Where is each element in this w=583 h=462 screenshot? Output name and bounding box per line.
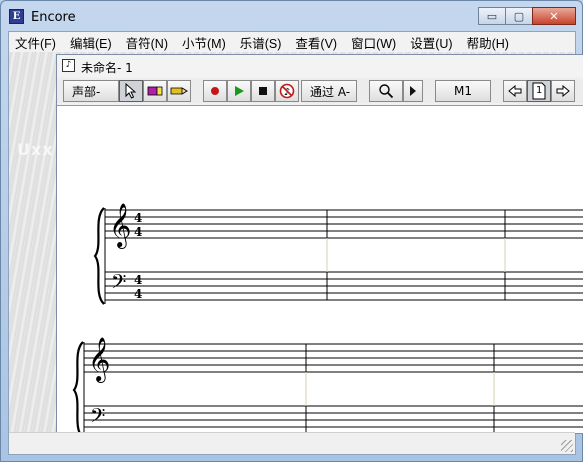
treble-staff-2 — [84, 343, 583, 373]
mute-button[interactable]: ♪ — [275, 80, 299, 102]
client-area: 文件(F) 编辑(E) 音符(N) 小节(M) 乐谱(S) 查看(V) 窗口(W… — [8, 31, 583, 455]
system-1-brace — [93, 207, 105, 305]
close-button[interactable]: ✕ — [532, 7, 576, 25]
menu-window[interactable]: 窗口(W) — [351, 33, 396, 52]
app-window: E Encore ▭ ▢ ✕ 文件(F) 编辑(E) 音符(N) 小节(M) 乐… — [0, 0, 583, 462]
maximize-button[interactable]: ▢ — [505, 7, 533, 25]
zoom-button[interactable] — [369, 80, 403, 102]
triangle-right-icon — [410, 86, 416, 96]
score-notation: 𝄞 𝄢 4 4 4 4 𝄞 𝄢 — [72, 203, 583, 433]
score-toolbar: 声部- ♪ 通过 A- M1 1 — [57, 79, 583, 103]
window-title: Encore — [31, 10, 76, 25]
page-number: 1 — [536, 85, 543, 96]
menu-setup[interactable]: 设置(U) — [410, 33, 452, 52]
record-button[interactable] — [203, 80, 227, 102]
minimize-button[interactable]: ▭ — [478, 7, 506, 25]
time-signature-bass-num: 4 — [134, 273, 142, 287]
magnifier-icon — [379, 84, 394, 99]
eraser-icon — [147, 86, 163, 96]
stop-icon — [259, 87, 267, 95]
pass-label: 通过 A- — [310, 84, 351, 99]
play-button[interactable] — [227, 80, 251, 102]
pencil-tool-button[interactable] — [167, 80, 191, 102]
watermark: Uxx — [17, 140, 54, 159]
pass-dropdown[interactable]: 通过 A- — [301, 80, 357, 102]
treble-clef-2: 𝄞 — [88, 337, 110, 383]
menu-notes[interactable]: 音符(N) — [126, 33, 168, 52]
menu-help[interactable]: 帮助(H) — [467, 33, 509, 52]
pencil-icon — [170, 87, 188, 95]
arrow-left-icon — [508, 85, 522, 97]
pointer-arrow-icon — [125, 83, 137, 99]
menu-bar: 文件(F) 编辑(E) 音符(N) 小节(M) 乐谱(S) 查看(V) 窗口(W… — [9, 32, 575, 52]
mute-icon: ♪ — [279, 83, 295, 99]
eraser-tool-button[interactable] — [143, 80, 167, 102]
time-signature-treble-num: 4 — [134, 211, 142, 225]
zoom-menu-button[interactable] — [403, 80, 423, 102]
voice-dropdown[interactable]: 声部- — [63, 80, 119, 102]
caption-buttons: ▭ ▢ ✕ — [478, 7, 576, 25]
pointer-tool-button[interactable] — [119, 80, 143, 102]
bass-clef-1: 𝄢 — [111, 270, 126, 298]
title-bar[interactable]: E Encore ▭ ▢ ✕ — [1, 1, 582, 31]
treble-clef-1: 𝄞 — [109, 203, 131, 249]
bass-staff-2 — [84, 405, 583, 428]
score-canvas[interactable]: 𝄞 𝄢 4 4 4 4 𝄞 𝄢 — [57, 105, 583, 433]
time-signature-bass-den: 4 — [134, 287, 142, 301]
stop-button[interactable] — [251, 80, 275, 102]
menu-measures[interactable]: 小节(M) — [182, 33, 226, 52]
system-2-brace — [72, 341, 84, 433]
mdi-workspace: Uxx ♪ 未命名- 1 声部- ♪ 通过 A- M1 1 𝄞 𝄢 4 4 4 … — [9, 52, 583, 434]
bass-staff-1 — [105, 271, 583, 301]
menu-file[interactable]: 文件(F) — [15, 33, 56, 52]
score-document-window: ♪ 未命名- 1 声部- ♪ 通过 A- M1 1 𝄞 𝄢 4 4 4 4 𝄞 … — [56, 54, 583, 434]
document-title: 未命名- 1 — [81, 61, 133, 75]
menu-score[interactable]: 乐谱(S) — [240, 33, 282, 52]
document-title-bar[interactable]: ♪ 未命名- 1 — [57, 55, 583, 77]
record-icon — [211, 87, 219, 95]
system-1: 𝄞 𝄢 4 4 4 4 — [93, 203, 583, 305]
menu-view[interactable]: 查看(V) — [295, 33, 337, 52]
page-button[interactable]: 1 — [527, 80, 551, 102]
measure-label: M1 — [454, 84, 472, 98]
document-icon[interactable]: ♪ — [62, 59, 75, 72]
treble-staff-1 — [105, 209, 583, 239]
system-2: 𝄞 𝄢 — [72, 337, 583, 433]
bass-clef-2: 𝄢 — [90, 404, 105, 432]
previous-page-button[interactable] — [503, 80, 527, 102]
resize-grip-icon[interactable] — [561, 440, 573, 452]
encore-app-icon[interactable]: E — [9, 9, 24, 24]
voice-label: 声部- — [72, 84, 101, 99]
status-bar — [9, 432, 575, 454]
next-page-button[interactable] — [551, 80, 575, 102]
play-icon — [234, 86, 244, 96]
menu-edit[interactable]: 编辑(E) — [70, 33, 112, 52]
arrow-right-icon — [556, 85, 570, 97]
time-signature-treble-den: 4 — [134, 225, 142, 239]
measure-field[interactable]: M1 — [435, 80, 491, 102]
